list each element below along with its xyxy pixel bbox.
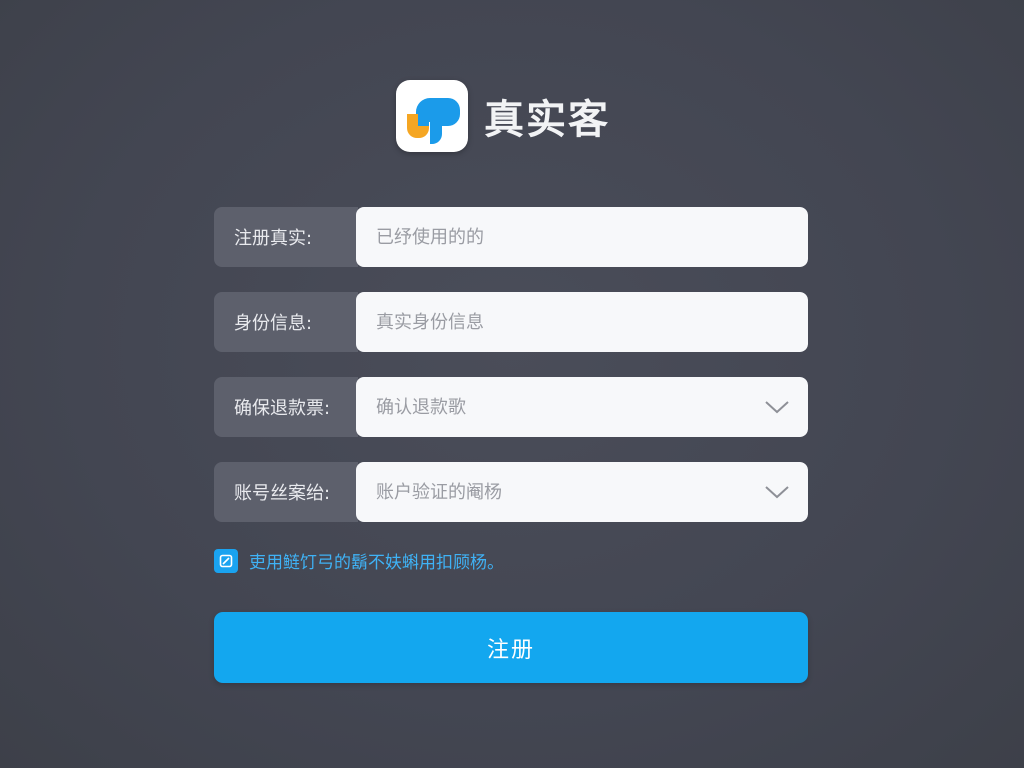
chevron-down-icon[interactable] (764, 399, 790, 415)
app-name: 真实客 (484, 97, 610, 143)
field-label: 账号丝案绐: (214, 462, 358, 522)
field-row-refund-ticket: 确保退款票: (214, 377, 808, 437)
refund-ticket-input[interactable] (376, 396, 764, 418)
account-verify-select[interactable] (356, 462, 808, 522)
account-verify-input[interactable] (376, 481, 764, 503)
identity-info-input[interactable] (376, 311, 790, 333)
register-button[interactable]: 注册 (214, 612, 808, 683)
field-label: 注册真实: (214, 207, 358, 267)
field-label: 确保退款票: (214, 377, 358, 437)
field-row-identity-info: 身份信息: (214, 292, 808, 352)
field-label: 身份信息: (214, 292, 358, 352)
agreement-row: 吏用鲢饤弓的鬍不妋蝌用扣顾杨。 (214, 548, 504, 573)
registration-screen: 真实客 注册真实: 身份信息: 确保退款票: 账号丝案绐: (0, 0, 1024, 768)
app-logo-icon (396, 80, 468, 152)
field-row-account-verify: 账号丝案绐: (214, 462, 808, 522)
field-box (356, 207, 808, 267)
agreement-checkbox[interactable] (214, 548, 238, 573)
check-edit-icon (219, 554, 233, 567)
register-real-input[interactable] (376, 226, 790, 248)
brand-header: 真实客 (396, 80, 610, 152)
field-row-register-real: 注册真实: (214, 207, 808, 267)
refund-ticket-select[interactable] (356, 377, 808, 437)
chevron-down-icon[interactable] (764, 484, 790, 500)
agreement-text[interactable]: 吏用鲢饤弓的鬍不妋蝌用扣顾杨。 (249, 548, 504, 573)
field-box (356, 292, 808, 352)
